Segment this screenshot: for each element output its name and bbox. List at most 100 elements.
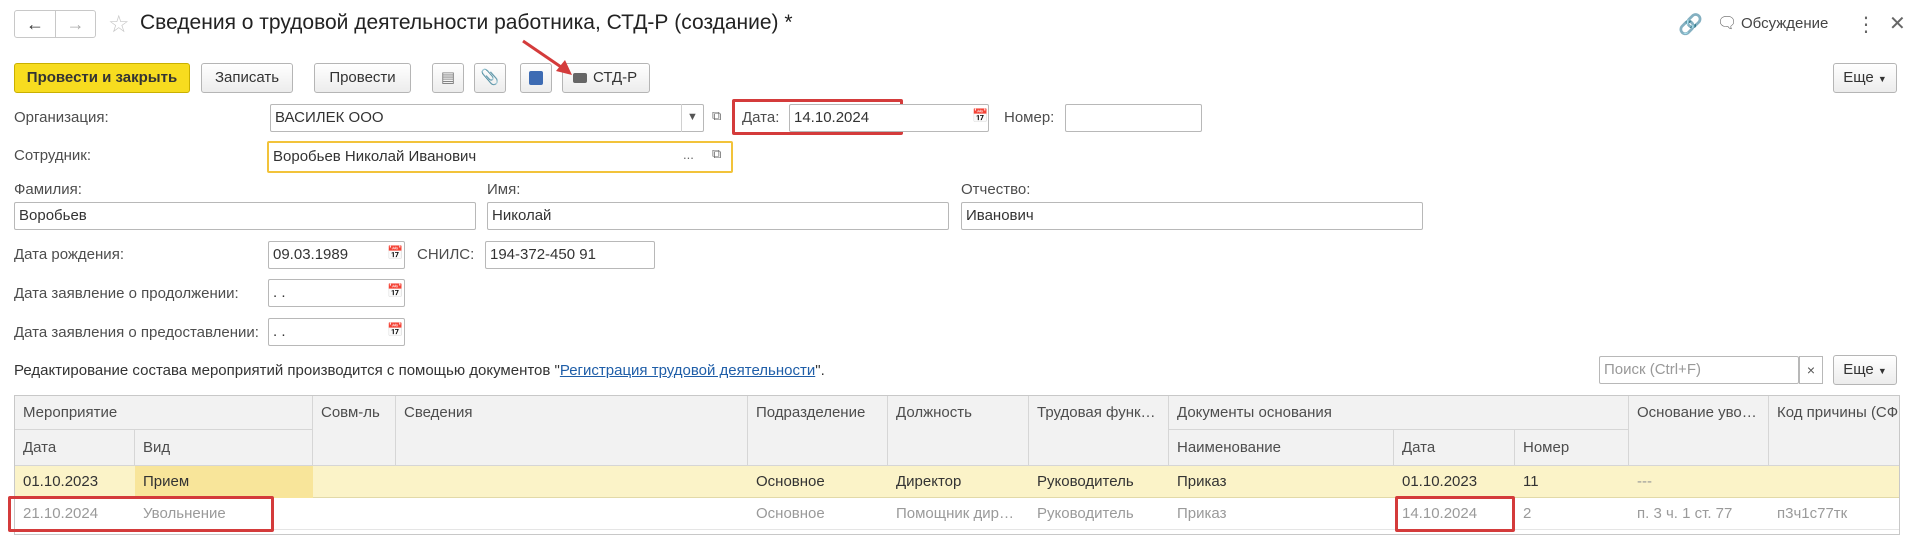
- print-stdr-label: СТД-Р: [593, 69, 638, 86]
- row-doc-name: Приказ: [1177, 473, 1227, 490]
- discussion-button[interactable]: Обсуждение: [1741, 15, 1828, 32]
- birthdate-value: 09.03.1989: [273, 246, 349, 263]
- back-arrow-icon[interactable]: ←: [15, 11, 56, 37]
- table-row[interactable]: 21.10.2024 Увольнение Основное Помощник …: [15, 498, 1899, 530]
- birthdate-calendar-icon[interactable]: 📅: [387, 245, 403, 261]
- col-event-header[interactable]: Мероприятие: [15, 396, 313, 430]
- calendar-icon[interactable]: 📅: [972, 108, 988, 124]
- save-button[interactable]: Записать: [201, 63, 293, 93]
- forward-arrow-icon[interactable]: →: [56, 11, 95, 37]
- row-doc-number: 11: [1523, 473, 1539, 490]
- close-icon[interactable]: ✕: [1889, 11, 1906, 36]
- row-date: 01.10.2023: [23, 473, 99, 490]
- col-labor-func-header[interactable]: Трудовая функ…: [1029, 396, 1169, 466]
- table-more-label: Еще: [1843, 361, 1874, 378]
- employee-open-icon[interactable]: ⧉: [712, 146, 721, 162]
- continue-date-field[interactable]: . .: [268, 279, 405, 307]
- provide-date-label: Дата заявления о предоставлении:: [14, 324, 259, 341]
- birthdate-field[interactable]: 09.03.1989: [268, 241, 405, 269]
- col-position-header[interactable]: Должность: [888, 396, 1029, 466]
- discussion-icon[interactable]: 🗨: [1717, 13, 1737, 33]
- document-list-button[interactable]: ▤: [432, 63, 464, 93]
- row-reason-code: п3ч1с77тк: [1777, 505, 1848, 522]
- patronymic-label: Отчество:: [961, 181, 1031, 198]
- number-label: Номер:: [1004, 109, 1055, 126]
- date-value: 14.10.2024: [794, 109, 870, 126]
- annotation-arrow: [522, 39, 572, 75]
- org-field[interactable]: ВАСИЛЕК ООО: [270, 104, 704, 132]
- info-text: Редактирование состава мероприятий произ…: [14, 362, 825, 379]
- col-details-header[interactable]: Сведения: [396, 396, 748, 466]
- provide-calendar-icon[interactable]: 📅: [387, 322, 403, 338]
- snils-field[interactable]: 194-372-450 91: [485, 241, 655, 269]
- birthdate-label: Дата рождения:: [14, 246, 124, 263]
- provide-date-field[interactable]: . .: [268, 318, 405, 346]
- registration-link[interactable]: Регистрация трудовой деятельности: [560, 362, 815, 379]
- date-field[interactable]: 14.10.2024: [789, 104, 989, 132]
- dropdown-arrow-icon: ▼: [1877, 74, 1887, 84]
- row-kind: Прием: [135, 466, 313, 498]
- row-position: Помощник дир…: [896, 505, 1014, 522]
- col-date-header[interactable]: Дата: [15, 430, 135, 466]
- col-kind-header[interactable]: Вид: [135, 430, 313, 466]
- org-dropdown-icon[interactable]: ▼: [681, 104, 703, 132]
- search-placeholder: Поиск (Ctrl+F): [1604, 361, 1701, 378]
- patronymic-field[interactable]: Иванович: [961, 202, 1423, 230]
- table-row[interactable]: 01.10.2023 Прием Основное Директор Руков…: [15, 466, 1899, 498]
- continue-date-value: . .: [273, 284, 286, 301]
- continue-date-label: Дата заявление о продолжении:: [14, 285, 239, 302]
- list-icon: ▤: [440, 69, 456, 86]
- row-dismiss-reason: п. 3 ч. 1 ст. 77: [1637, 505, 1733, 522]
- snils-label: СНИЛС:: [417, 246, 475, 263]
- more-button[interactable]: Еще ▼: [1833, 63, 1897, 93]
- table-more-button[interactable]: Еще ▼: [1833, 355, 1897, 385]
- lastname-label: Фамилия:: [14, 181, 82, 198]
- col-reason-code-header[interactable]: Код причины (СФ…: [1769, 396, 1899, 466]
- continue-calendar-icon[interactable]: 📅: [387, 283, 403, 299]
- attach-button[interactable]: 📎: [474, 63, 506, 93]
- employee-label: Сотрудник:: [14, 147, 92, 164]
- row-labor-func: Руководитель: [1037, 505, 1134, 522]
- info-text-before: Редактирование состава мероприятий произ…: [14, 362, 560, 379]
- row-position: Директор: [896, 473, 962, 490]
- search-input[interactable]: Поиск (Ctrl+F): [1599, 356, 1799, 384]
- favorite-star-icon[interactable]: ☆: [108, 10, 130, 39]
- employee-field[interactable]: Воробьев Николай Иванович: [267, 141, 733, 173]
- more-menu-icon[interactable]: ⋮: [1856, 12, 1876, 37]
- post-and-close-button[interactable]: Провести и закрыть: [14, 63, 190, 93]
- row-doc-date: 01.10.2023: [1402, 473, 1478, 490]
- nav-buttons: ← →: [14, 10, 96, 38]
- search-clear-icon[interactable]: ×: [1799, 356, 1823, 384]
- page-title: Сведения о трудовой деятельности работни…: [140, 11, 793, 34]
- table-more-arrow-icon: ▼: [1877, 366, 1887, 376]
- org-label: Организация:: [14, 109, 109, 126]
- col-doc-date-header[interactable]: Дата: [1394, 430, 1515, 466]
- row-dismiss-reason: ---: [1637, 473, 1652, 490]
- row-doc-name: Приказ: [1177, 505, 1227, 522]
- lastname-field[interactable]: Воробьев: [14, 202, 476, 230]
- org-open-icon[interactable]: ⧉: [712, 108, 721, 124]
- row-doc-number: 2: [1523, 505, 1532, 522]
- provide-date-value: . .: [273, 323, 286, 340]
- firstname-field[interactable]: Николай: [487, 202, 949, 230]
- row-division: Основное: [756, 505, 825, 522]
- col-docs-header[interactable]: Документы основания: [1169, 396, 1629, 430]
- col-division-header[interactable]: Подразделение: [748, 396, 888, 466]
- col-dismiss-reason-header[interactable]: Основание уво…: [1629, 396, 1769, 466]
- row-labor-func: Руководитель: [1037, 473, 1134, 490]
- col-combo-header[interactable]: Совм-ль: [313, 396, 396, 466]
- link-icon[interactable]: 🔗: [1678, 12, 1703, 37]
- col-doc-number-header[interactable]: Номер: [1515, 430, 1629, 466]
- date-label: Дата:: [742, 109, 780, 126]
- post-button[interactable]: Провести: [314, 63, 411, 93]
- org-value: ВАСИЛЕК ООО: [275, 109, 384, 126]
- more-label: Еще: [1843, 69, 1874, 86]
- number-field[interactable]: [1065, 104, 1202, 132]
- dismissal-annotation-box: [8, 496, 274, 532]
- col-doc-name-header[interactable]: Наименование: [1169, 430, 1394, 466]
- employee-value: Воробьев Николай Иванович: [273, 148, 477, 165]
- employee-select-icon[interactable]: ...: [683, 147, 694, 162]
- firstname-label: Имя:: [487, 181, 521, 198]
- events-table: Мероприятие Совм-ль Сведения Подразделен…: [14, 395, 1900, 535]
- row-division: Основное: [756, 473, 825, 490]
